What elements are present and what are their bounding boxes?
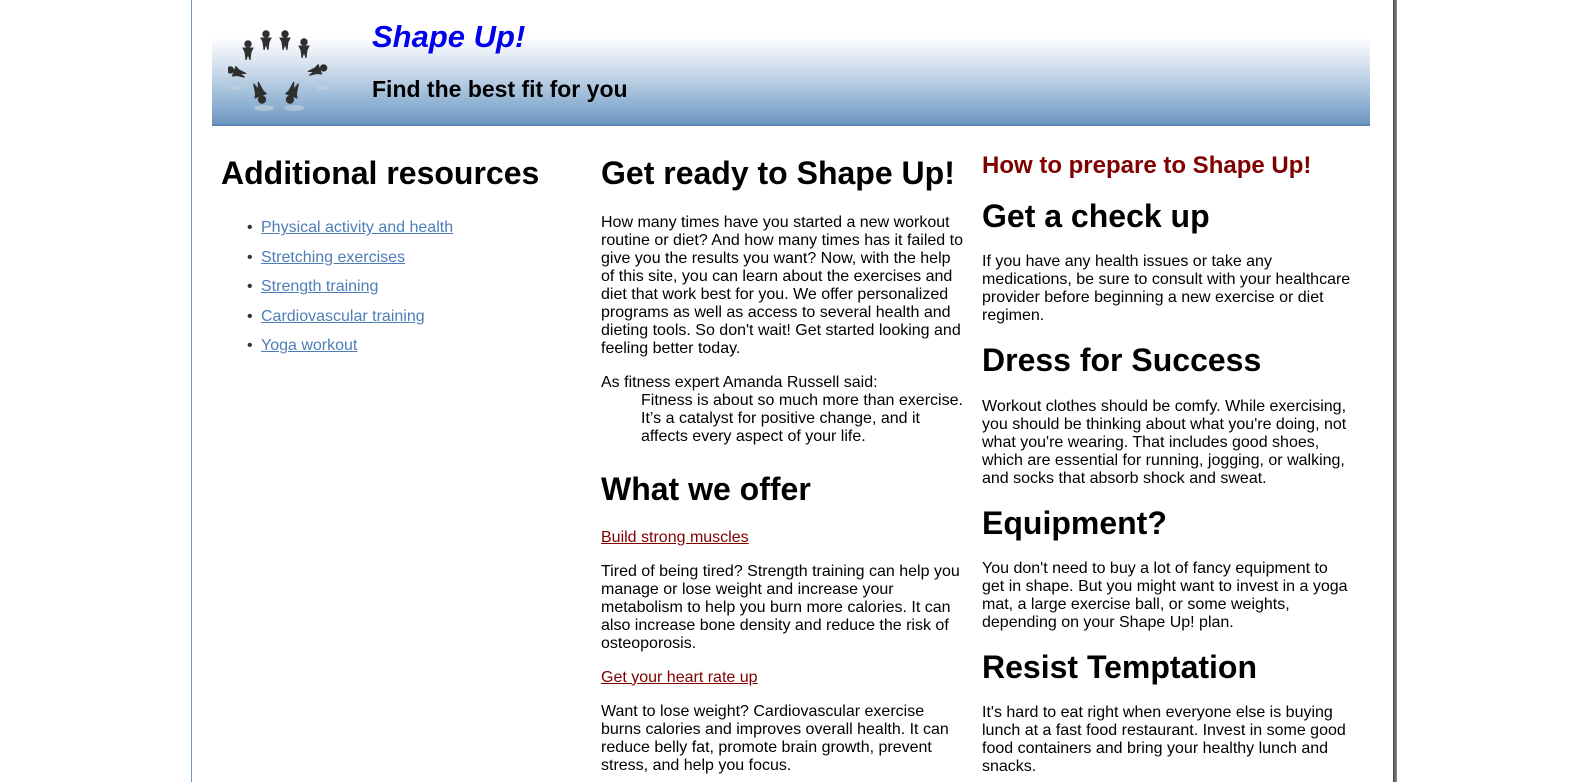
page-shadow-edge xyxy=(1393,0,1397,782)
resource-link-yoga[interactable]: Yoga workout xyxy=(261,337,357,354)
prepare-section: How to prepare to Shape Up! Get a check … xyxy=(982,152,1354,776)
bullet-icon: • xyxy=(247,337,253,355)
equipment-paragraph: You don't need to buy a lot of fancy equ… xyxy=(982,559,1348,631)
resources-list: • Physical activity and health • Stretchin… xyxy=(221,218,581,356)
list-item: • Physical activity and health xyxy=(247,218,581,238)
fitness-quote: Fitness is about so much more than exerc… xyxy=(641,392,963,446)
dress-heading: Dress for Success xyxy=(982,342,1262,379)
resource-link-strength[interactable]: Strength training xyxy=(261,278,378,295)
checkup-heading: Get a check up xyxy=(982,197,1210,234)
main-heading: Get ready to Shape Up! xyxy=(601,155,955,191)
site-header: Shape Up! Find the best fit for you xyxy=(212,0,1370,126)
prepare-title: How to prepare to Shape Up! xyxy=(982,152,1312,179)
checkup-paragraph: If you have any health issues or take an… xyxy=(982,253,1351,325)
build-muscles-link[interactable]: Build strong muscles xyxy=(601,529,749,547)
main-content: Get ready to Shape Up! How many times ha… xyxy=(601,152,963,775)
additional-resources-section: Additional resources • Physical activity … xyxy=(221,152,581,366)
strength-paragraph: Tired of being tired? Strength training … xyxy=(601,562,960,652)
resource-link-stretching[interactable]: Stretching exercises xyxy=(261,249,405,266)
resource-link-cardio[interactable]: Cardiovascular training xyxy=(261,308,425,325)
temptation-heading: Resist Temptation xyxy=(982,648,1257,685)
resources-heading: Additional resources xyxy=(221,155,540,191)
intro-paragraph: How many times have you started a new wo… xyxy=(601,214,963,358)
list-item: • Stretching exercises xyxy=(247,248,581,268)
bullet-icon: • xyxy=(247,248,253,266)
offer-heading: What we offer xyxy=(601,471,811,508)
list-item: • Cardiovascular training xyxy=(247,307,581,327)
site-title: Shape Up! xyxy=(372,19,526,54)
quote-intro: As fitness expert Amanda Russell said: xyxy=(601,374,878,392)
list-item: • Yoga workout xyxy=(247,336,581,356)
cardio-paragraph: Want to lose weight? Cardiovascular exer… xyxy=(601,702,949,774)
resource-link-physical-activity[interactable]: Physical activity and health xyxy=(261,219,453,236)
equipment-heading: Equipment? xyxy=(982,504,1167,541)
people-circle-logo-icon xyxy=(228,30,328,111)
temptation-paragraph: It's hard to eat right when everyone els… xyxy=(982,704,1346,776)
dress-paragraph: Workout clothes should be comfy. While e… xyxy=(982,397,1347,487)
bullet-icon: • xyxy=(247,307,253,325)
bullet-icon: • xyxy=(247,219,253,237)
page-container: Shape Up! Find the best fit for you Addi… xyxy=(191,0,1394,782)
site-tagline: Find the best fit for you xyxy=(372,76,628,102)
heart-rate-link[interactable]: Get your heart rate up xyxy=(601,669,758,687)
bullet-icon: • xyxy=(247,278,253,296)
list-item: • Strength training xyxy=(247,277,581,297)
